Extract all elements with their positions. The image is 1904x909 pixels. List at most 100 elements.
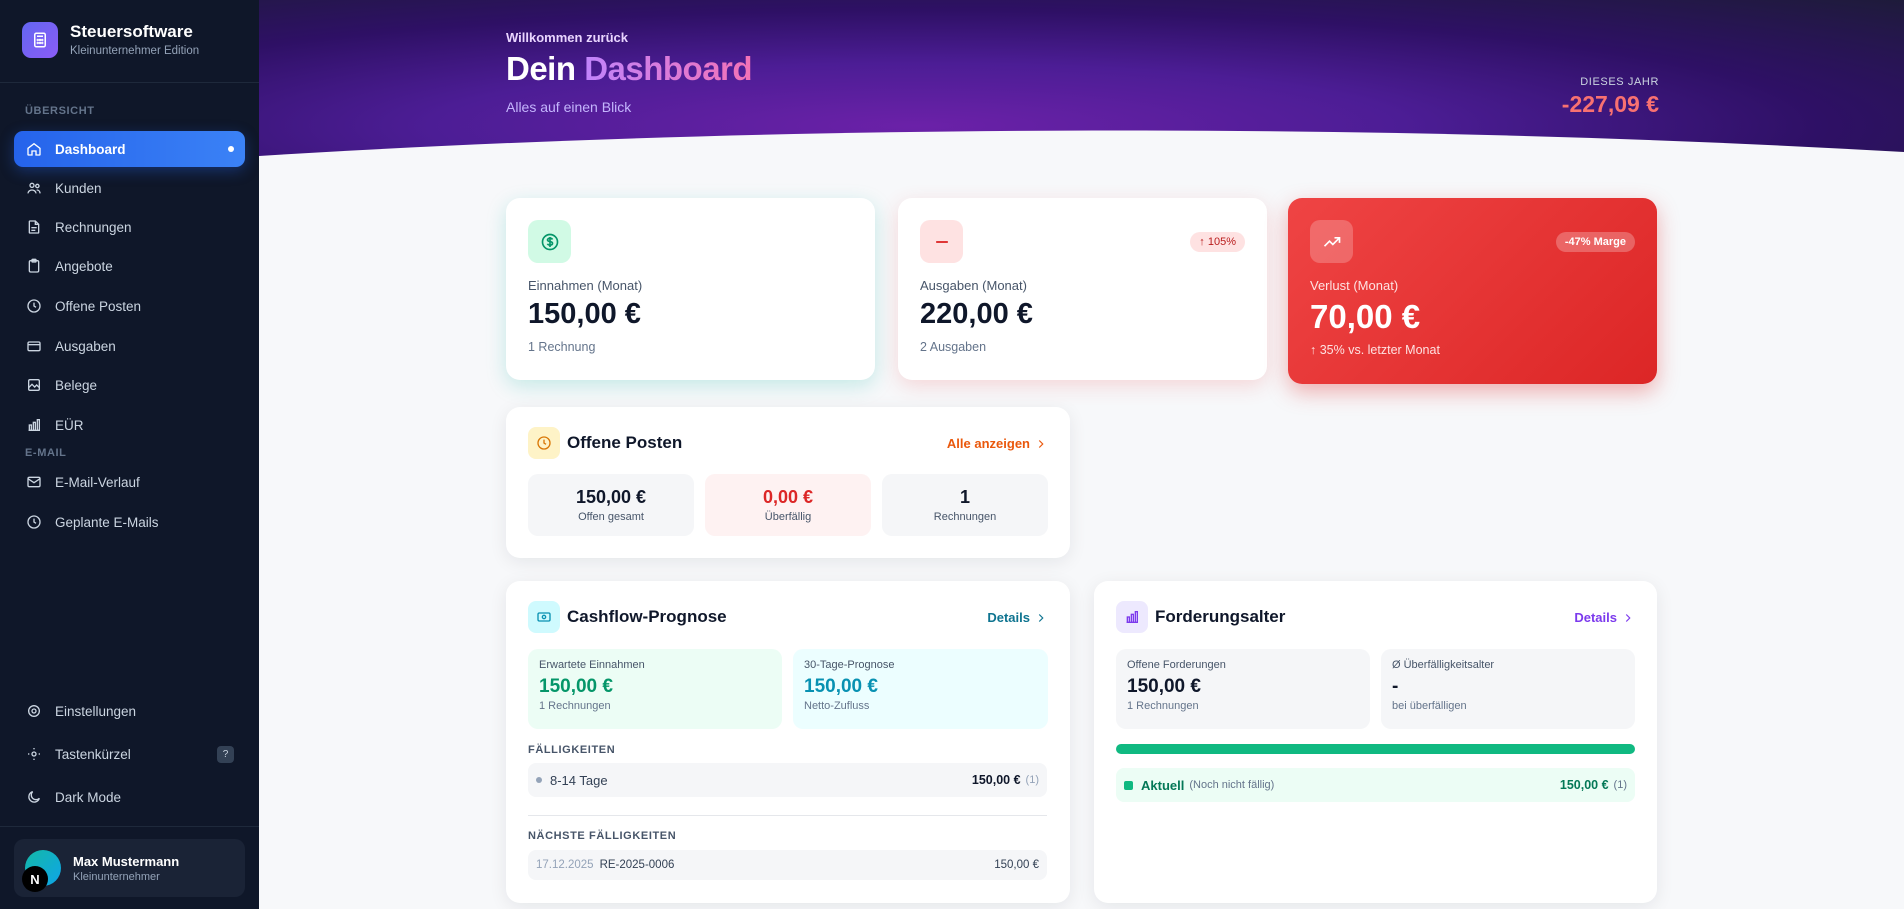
- due-count: (1): [1025, 774, 1039, 786]
- aging-progress-bar: [1116, 744, 1635, 754]
- chevron-right-icon: [1038, 613, 1044, 622]
- user-name: Max Mustermann: [73, 853, 180, 869]
- sidebar-item-offene-posten[interactable]: Offene Posten: [14, 288, 245, 324]
- panel-title: Offene Posten: [567, 433, 683, 452]
- box-label: Erwartete Einnahmen: [539, 659, 645, 671]
- details-link[interactable]: Details: [1574, 610, 1635, 625]
- file-icon: [28, 220, 40, 234]
- sidebar-item-ausgaben[interactable]: Ausgaben: [14, 328, 245, 364]
- kpi-note: ↑ 35% vs. letzter Monat: [1310, 343, 1440, 357]
- page-title-prefix: Dein: [506, 50, 576, 87]
- calculator-icon: [22, 22, 58, 58]
- kpi-card-loss[interactable]: -47% Marge Verlust (Monat) 70,00 € ↑ 35%…: [1288, 198, 1657, 384]
- sidebar-item-einstellungen[interactable]: Einstellungen: [14, 693, 245, 729]
- link-label: Details: [987, 610, 1030, 625]
- box-sub: Netto-Zufluss: [804, 700, 870, 712]
- brand-subtitle: Kleinunternehmer Edition: [70, 45, 200, 57]
- aging-progress-fill: [1116, 744, 1635, 754]
- users-icon: [27, 182, 41, 194]
- sidebar-item-dark-mode[interactable]: Dark Mode: [14, 779, 245, 815]
- active-indicator: [228, 146, 234, 152]
- page-title: Dein Dashboard: [506, 50, 753, 88]
- kpi-label: Verlust (Monat): [1310, 278, 1399, 293]
- box-label: Ø Überfälligkeitsalter: [1392, 659, 1495, 671]
- kpi-label: Ausgaben (Monat): [920, 278, 1027, 293]
- page-subtitle: Alles auf einen Blick: [506, 99, 632, 115]
- clipboard-icon: [28, 258, 40, 273]
- sidebar-item-angebote[interactable]: Angebote: [14, 248, 245, 284]
- sidebar-item-label: Tastenkürzel: [55, 746, 131, 762]
- sidebar-item-label: Offene Posten: [55, 298, 142, 314]
- sidebar-item-eur[interactable]: EÜR: [14, 407, 245, 443]
- moon-icon: [28, 791, 40, 803]
- box-value: 150,00 €: [539, 676, 613, 697]
- open-items-panel: Offene Posten Alle anzeigen 150,00 € Off…: [506, 407, 1070, 558]
- wallet-icon: [27, 341, 41, 352]
- kpi-card-income[interactable]: Einnahmen (Monat) 150,00 € 1 Rechnung: [506, 198, 875, 380]
- show-all-link[interactable]: Alle anzeigen: [947, 436, 1048, 451]
- brand-title: Steuersoftware: [70, 22, 193, 41]
- sidebar-item-geplante-emails[interactable]: Geplante E-Mails: [14, 504, 245, 540]
- invoice-number: RE-2025-0006: [599, 859, 675, 871]
- panel-title: Forderungsalter: [1155, 607, 1286, 626]
- panel-title: Cashflow-Prognose: [567, 607, 727, 626]
- section-label-email: E-MAIL: [25, 447, 67, 459]
- kpi-card-expense[interactable]: ↑ 105% Ausgaben (Monat) 220,00 € 2 Ausga…: [898, 198, 1267, 380]
- stat-value: 150,00 €: [575, 487, 647, 507]
- sidebar: Steuersoftware Kleinunternehmer Edition …: [0, 0, 259, 909]
- kpi-value: 220,00 €: [920, 298, 1033, 330]
- image-icon: [28, 379, 40, 391]
- aging-amount: 150,00 €: [1559, 778, 1609, 792]
- kpi-note: 2 Ausgaben: [920, 340, 987, 354]
- due-range: 8-14 Tage: [550, 772, 608, 788]
- sidebar-item-kunden[interactable]: Kunden: [14, 170, 245, 206]
- sidebar-item-label: Belege: [55, 377, 98, 393]
- sidebar-item-email-verlauf[interactable]: E-Mail-Verlauf: [14, 464, 245, 500]
- brand[interactable]: Steuersoftware Kleinunternehmer Edition: [22, 22, 199, 58]
- change-badge: ↑ 105%: [1190, 232, 1245, 252]
- bar-chart-icon: [28, 419, 40, 431]
- header-wave: [259, 130, 1904, 180]
- due-row[interactable]: 8-14 Tage 150,00 € (1): [528, 763, 1047, 797]
- clock-icon: [528, 427, 560, 459]
- sidebar-item-label: Dark Mode: [55, 789, 122, 805]
- avatar-letter: N: [22, 866, 48, 892]
- details-link[interactable]: Details: [987, 610, 1048, 625]
- due-amount: 150,00 €: [994, 859, 1039, 871]
- sidebar-item-tastenkuerzel[interactable]: Tastenkürzel ?: [14, 736, 245, 772]
- kpi-value: 150,00 €: [528, 298, 641, 330]
- aging-row-current[interactable]: Aktuell (Noch nicht fällig) 150,00 € (1): [1116, 768, 1635, 802]
- stat-overdue: 0,00 € Überfällig: [705, 474, 871, 536]
- home-icon: [27, 142, 41, 156]
- legend-swatch: [1124, 780, 1133, 790]
- receivables-panel: Forderungsalter Details Offene Forderung…: [1094, 581, 1657, 903]
- welcome-text: Willkommen zurück: [506, 30, 628, 45]
- cash-icon: [528, 601, 560, 633]
- shortcut-badge: ?: [217, 746, 234, 763]
- bullet: [536, 777, 542, 783]
- user-card[interactable]: N Max Mustermann Kleinunternehmer: [14, 839, 245, 897]
- year-total-value: -227,09 €: [1561, 91, 1659, 117]
- sidebar-item-dashboard[interactable]: Dashboard: [14, 131, 245, 167]
- box-value: -: [1392, 676, 1399, 697]
- kpi-label: Einnahmen (Monat): [528, 278, 643, 293]
- cashflow-panel: Cashflow-Prognose Details Erwartete Einn…: [506, 581, 1070, 903]
- trending-icon: [1310, 220, 1353, 263]
- section-label-overview: ÜBERSICHT: [25, 105, 95, 117]
- stat-label: Überfällig: [764, 511, 812, 523]
- next-due-row[interactable]: 17.12.2025 RE-2025-0006 150,00 €: [528, 850, 1047, 880]
- stat-value: 1: [959, 487, 970, 507]
- stat-label: Rechnungen: [933, 511, 997, 523]
- avg-overdue-box: Ø Überfälligkeitsalter - bei überfällige…: [1381, 649, 1635, 729]
- sidebar-item-label: E-Mail-Verlauf: [55, 474, 140, 490]
- sidebar-item-rechnungen[interactable]: Rechnungen: [14, 209, 245, 245]
- aging-count: (1): [1613, 779, 1627, 791]
- sidebar-item-belege[interactable]: Belege: [14, 367, 245, 403]
- expected-income-box: Erwartete Einnahmen 150,00 € 1 Rechnunge…: [528, 649, 782, 729]
- clock-icon: [27, 515, 41, 529]
- clock-icon: [27, 299, 41, 313]
- bar-chart-icon: [1116, 601, 1148, 633]
- chevron-right-icon: [1038, 439, 1044, 448]
- sidebar-item-label: Kunden: [55, 180, 102, 196]
- section-label-next: NÄCHSTE FÄLLIGKEITEN: [528, 830, 677, 842]
